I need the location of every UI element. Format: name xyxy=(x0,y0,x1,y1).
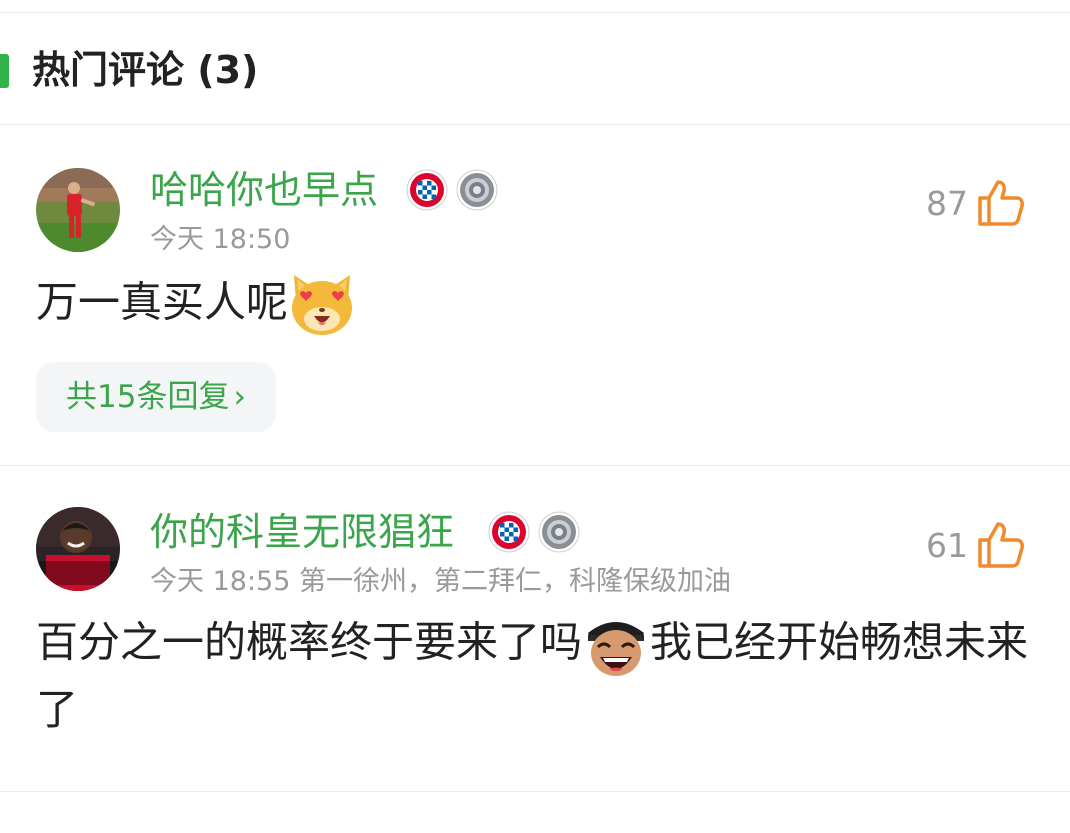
laughing-man-emoji xyxy=(588,622,645,676)
avatar[interactable] xyxy=(36,168,120,252)
bundesliga-plate-badge-icon[interactable] xyxy=(538,511,580,553)
like-count: 87 xyxy=(926,184,968,223)
cat-heart-eyes-emoji xyxy=(292,275,353,335)
comment-body: 万一真买人呢 xyxy=(36,271,356,339)
like-count: 61 xyxy=(926,526,968,565)
bottom-divider xyxy=(0,791,1070,792)
bayern-badge-icon[interactable] xyxy=(406,169,448,211)
comment-time: 今天 18:55 xyxy=(150,566,291,597)
user-signature: 第一徐州，第二拜仁，科隆保级加油 xyxy=(299,566,731,597)
thumbs-up-icon[interactable] xyxy=(976,520,1026,570)
thumbs-up-icon[interactable] xyxy=(976,178,1026,228)
hot-comments-header: 热门评论 (3) xyxy=(0,36,1070,102)
comment-item: 哈哈你也早点 今天 18:50 87 万一真买人呢 共15条回复 › xyxy=(0,125,1070,465)
section-title: 热门评论 (3) xyxy=(32,48,259,92)
username[interactable]: 你的科皇无限猖狂 xyxy=(150,507,454,557)
comment-meta: 今天 18:55 第一徐州，第二拜仁，科隆保级加油 xyxy=(150,564,731,600)
replies-label: 共15条回复 xyxy=(66,379,230,415)
comment-body: 百分之一的概率终于要来了吗 我已经开始畅想未来了 xyxy=(36,611,1036,741)
comment-time: 今天 18:50 xyxy=(150,224,291,255)
bayern-badge-icon[interactable] xyxy=(488,511,530,553)
username[interactable]: 哈哈你也早点 xyxy=(150,165,378,215)
comment-text: 万一真买人呢 xyxy=(36,277,289,327)
top-divider xyxy=(0,12,1070,13)
comment-item: 你的科皇无限猖狂 今天 18:55 第一徐州，第二拜仁，科隆保级加油 61 百分… xyxy=(0,466,1070,791)
section-accent-bar xyxy=(0,54,9,88)
bundesliga-plate-badge-icon[interactable] xyxy=(456,169,498,211)
avatar[interactable] xyxy=(36,507,120,591)
view-replies-button[interactable]: 共15条回复 › xyxy=(36,362,276,432)
comment-text: 百分之一的概率终于要来了吗 xyxy=(36,617,583,667)
chevron-right-icon: › xyxy=(233,379,246,415)
